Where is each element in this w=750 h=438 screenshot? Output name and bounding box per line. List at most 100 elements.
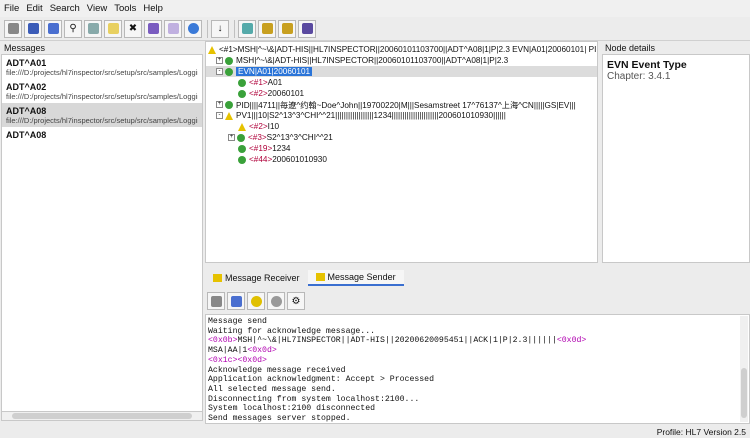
download-icon[interactable]: ↓ bbox=[211, 19, 229, 38]
ok-icon bbox=[225, 100, 233, 109]
vertical-scrollbar[interactable] bbox=[740, 316, 748, 422]
tree-node-root[interactable]: <#1>MSH|^~\&|ADT-HIS||HL7INSPECTOR||2006… bbox=[208, 44, 597, 55]
expand-icon[interactable]: + bbox=[216, 101, 223, 108]
crop-icon[interactable]: ✖ bbox=[124, 19, 142, 38]
menu-view[interactable]: View bbox=[87, 3, 107, 14]
tab-message-receiver[interactable]: Message Receiver bbox=[205, 270, 308, 286]
expand-icon[interactable]: + bbox=[228, 134, 235, 141]
menu-tools[interactable]: Tools bbox=[114, 3, 136, 14]
tree-node-evn[interactable]: - EVN|A01|20060101 bbox=[206, 66, 597, 77]
console-line: All selected message send. bbox=[208, 384, 336, 394]
tab-message-sender[interactable]: Message Sender bbox=[307, 270, 404, 286]
message-path: file:///D:/projects/hl7inspector/src/set… bbox=[6, 92, 198, 101]
console-line: Waiting for acknowledge message... bbox=[208, 326, 376, 336]
list-item[interactable]: ADT^A08 bbox=[2, 127, 202, 151]
messages-panel: Messages ADT^A01 file:///D:/projects/hl7… bbox=[1, 41, 203, 425]
list-item[interactable]: ADT^A08 file:///D:/projects/hl7inspector… bbox=[2, 103, 202, 127]
ok-icon bbox=[238, 78, 246, 87]
toolbar-separator bbox=[234, 19, 235, 38]
sender-icon bbox=[315, 273, 325, 281]
tree-node-field[interactable]: <#19> 1234 bbox=[238, 143, 290, 154]
save-icon[interactable] bbox=[44, 19, 62, 38]
list-item[interactable]: ADT^A01 file:///D:/projects/hl7inspector… bbox=[2, 55, 202, 79]
warning-icon bbox=[225, 111, 233, 120]
menu-edit[interactable]: Edit bbox=[26, 3, 42, 14]
check-circle-icon[interactable] bbox=[184, 19, 202, 38]
message-path: file:///D:/projects/hl7inspector/src/set… bbox=[6, 68, 198, 77]
tree-node-field[interactable]: + <#3> S2^13^3^CHI^^21 bbox=[228, 132, 333, 143]
sender-toolbar: ⚙ bbox=[205, 290, 750, 312]
list-item[interactable]: ADT^A02 file:///D:/projects/hl7inspector… bbox=[2, 79, 202, 103]
message-type: ADT^A08 bbox=[6, 106, 47, 116]
console-line: System localhost:2100 disconnected bbox=[208, 404, 376, 414]
ok-icon bbox=[225, 67, 233, 76]
message-path: file:///D:/projects/hl7inspector/src/set… bbox=[6, 116, 198, 125]
toolbar-separator bbox=[207, 19, 208, 38]
import-icon[interactable] bbox=[258, 19, 276, 38]
chart-icon[interactable] bbox=[238, 19, 256, 38]
menu-file[interactable]: File bbox=[4, 3, 19, 14]
ok-icon bbox=[238, 144, 246, 153]
export-icon[interactable] bbox=[278, 19, 296, 38]
scrollbar-thumb[interactable] bbox=[741, 368, 747, 418]
edit-icon[interactable] bbox=[104, 19, 122, 38]
message-type: ADT^A01 bbox=[6, 58, 47, 68]
status-bar: Profile: HL7 Version 2.5 bbox=[656, 427, 746, 437]
settings-icon[interactable]: ⚙ bbox=[287, 292, 305, 310]
menu-bar: File Edit Search View Tools Help bbox=[0, 0, 750, 17]
tree-node-field[interactable]: <#1> A01 bbox=[238, 77, 282, 88]
collapse-icon[interactable]: - bbox=[216, 112, 223, 119]
console-line: MSA|AA|1<0x0d> bbox=[208, 346, 277, 356]
console-line: Message send bbox=[208, 317, 267, 326]
tree-node-field[interactable]: <#2> 20060101 bbox=[238, 88, 304, 99]
horizontal-scrollbar[interactable] bbox=[1, 411, 203, 421]
tree-node-field[interactable]: <#2> I10 bbox=[238, 121, 279, 132]
table-icon[interactable] bbox=[4, 19, 22, 38]
tree-node-field[interactable]: <#44> 200601010930 bbox=[238, 154, 327, 165]
tree-node-pv1[interactable]: - PV1|||10|S2^13^3^CHI^^21|||||||||||||||… bbox=[216, 110, 506, 121]
open-folder-icon[interactable] bbox=[24, 19, 42, 38]
search-icon[interactable]: ⚲ bbox=[64, 19, 82, 38]
console-line: <0x0b>MSH|^~\&|HL7INSPECTOR||ADT-HIS||20… bbox=[208, 336, 587, 346]
scrollbar-thumb[interactable] bbox=[12, 413, 192, 419]
tag-icon[interactable] bbox=[144, 19, 162, 38]
console-line: <0x1c><0x0d> bbox=[208, 355, 267, 365]
ok-icon bbox=[238, 89, 246, 98]
menu-search[interactable]: Search bbox=[50, 3, 80, 14]
warning-icon bbox=[238, 122, 246, 131]
collapse-icon[interactable]: - bbox=[216, 68, 223, 75]
table-icon[interactable] bbox=[207, 292, 225, 310]
warning-icon bbox=[208, 45, 216, 54]
bottom-tabs: Message Receiver Message Sender bbox=[205, 270, 750, 286]
message-type: ADT^A08 bbox=[6, 130, 47, 140]
node-chapter: Chapter: 3.4.1 bbox=[607, 71, 671, 82]
console-line: Acknowledge message received bbox=[208, 365, 346, 375]
messages-title: Messages bbox=[4, 43, 46, 53]
save-icon[interactable] bbox=[227, 292, 245, 310]
receiver-icon bbox=[213, 274, 222, 282]
message-tree: <#1>MSH|^~\&|ADT-HIS||HL7INSPECTOR||2006… bbox=[205, 41, 598, 263]
ok-icon bbox=[237, 133, 245, 142]
split-icon[interactable] bbox=[84, 19, 102, 38]
menu-help[interactable]: Help bbox=[143, 3, 163, 14]
console-line: Application acknowledgment: Accept > Pro… bbox=[208, 375, 435, 385]
console-line: Send messages server stopped. bbox=[208, 414, 351, 424]
expand-icon[interactable]: + bbox=[216, 57, 223, 64]
ok-icon bbox=[238, 155, 246, 164]
message-type: ADT^A02 bbox=[6, 82, 47, 92]
tree-node-msh[interactable]: + MSH|^~\&|ADT-HIS||HL7INSPECTOR||2006010… bbox=[216, 55, 508, 66]
play-icon[interactable] bbox=[247, 292, 265, 310]
messages-list: ADT^A01 file:///D:/projects/hl7inspector… bbox=[1, 54, 203, 412]
stop-icon[interactable] bbox=[267, 292, 285, 310]
node-name: EVN Event Type bbox=[607, 59, 687, 71]
details-title: Node details bbox=[605, 43, 656, 53]
console-line: Disconnecting from system localhost:2100… bbox=[208, 394, 420, 404]
list-icon[interactable] bbox=[164, 19, 182, 38]
details-box: EVN Event Type Chapter: 3.4.1 bbox=[602, 54, 750, 263]
sender-console: Message send Waiting for acknowledge mes… bbox=[205, 314, 750, 424]
main-toolbar: ⚲ ✖ ↓ bbox=[0, 17, 750, 41]
ok-icon bbox=[225, 56, 233, 65]
tree-node-pid[interactable]: + PID||||4711||毎遼^约翰~Doe^John||19700220|M… bbox=[216, 99, 576, 110]
stack-icon[interactable] bbox=[298, 19, 316, 38]
node-details-panel: Node details EVN Event Type Chapter: 3.4… bbox=[602, 41, 750, 263]
